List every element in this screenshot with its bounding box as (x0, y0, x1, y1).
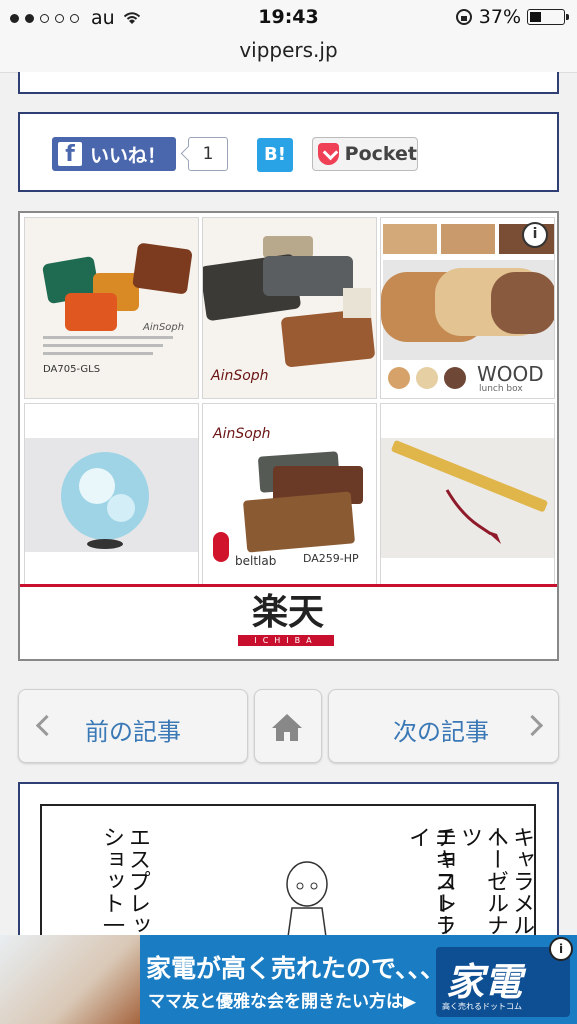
home-icon (272, 714, 302, 741)
ad-item-long-wallets[interactable]: AinSoph (202, 217, 377, 399)
url-bar[interactable]: vippers.jp (0, 34, 577, 73)
status-right: 37% (455, 6, 569, 28)
product-code: DA259-HP (303, 552, 359, 565)
facebook-like-count: 1 (188, 137, 228, 171)
pocket-button[interactable]: Pocket (312, 137, 418, 171)
ad-grid: DA705-GLS AinSoph AinSoph WOOD lunch box (18, 211, 559, 661)
battery-icon (527, 9, 569, 25)
ad-item-wood-lunchbox[interactable]: WOOD lunch box i (380, 217, 555, 399)
comic-character (286, 861, 328, 942)
chevron-right-icon (521, 714, 544, 737)
product-image (25, 438, 198, 552)
pocket-icon (318, 143, 339, 165)
product-subtitle: lunch box (479, 384, 523, 394)
comic-text-2: ヘーゼルナッツ (457, 826, 508, 942)
banner-subtext: ママ友と優雅な会を開きたい方は▶ (148, 992, 417, 1012)
brand-logo: AinSoph (143, 322, 185, 333)
comic-text-5: エスプレッソ (125, 826, 150, 942)
comic-text-4: エキストラホイ (405, 826, 456, 942)
next-article-label: 次の記事 (393, 718, 489, 746)
ad-item-marble[interactable] (24, 403, 199, 585)
status-bar: au 19:43 37% (0, 0, 577, 34)
ad-item-wallets[interactable]: DA705-GLS AinSoph (24, 217, 199, 399)
product-title: WOOD (477, 362, 544, 386)
product-image (381, 438, 554, 558)
banner-headline: 家電が高く売れたので、、、 (146, 954, 446, 983)
ad-banner[interactable]: 家電が高く売れたので、、、 ママ友と優雅な会を開きたい方は▶ 家電 高く売れるド… (0, 935, 577, 1024)
facebook-like-label: いいね！ (90, 144, 167, 167)
home-button[interactable] (254, 689, 322, 763)
rakuten-ichiba-logo[interactable]: 楽天 ICHIBA (20, 584, 557, 659)
brand-logo: AinSoph (211, 368, 269, 384)
banner-dessert-image (0, 935, 140, 1024)
rotation-lock-icon (455, 9, 472, 25)
previous-content-box (18, 72, 559, 94)
chevron-left-icon (35, 714, 58, 737)
rakuten-name: 楽天 (251, 592, 324, 633)
product-code: DA705-GLS (43, 364, 101, 375)
brand-logo: AinSoph (213, 426, 271, 442)
share-box: f いいね！ 1 B! Pocket (18, 112, 559, 192)
banner-logo-sub: 高く売れるドットコム (442, 1002, 522, 1011)
ad-item-beltlab-wallets[interactable]: AinSoph beltlab DA259-HP (202, 403, 377, 585)
banner-logo: 家電 高く売れるドットコム (436, 947, 570, 1017)
battery-fill (530, 12, 542, 22)
prev-article-button[interactable]: 前の記事 (18, 689, 248, 763)
pocket-label: Pocket (344, 143, 417, 165)
next-article-button[interactable]: 次の記事 (328, 689, 559, 763)
facebook-like-button[interactable]: f いいね！ (52, 137, 176, 171)
ad-info-icon[interactable]: i (549, 937, 573, 961)
comic-text-6: ショット一杯 (99, 826, 124, 942)
battery-percent: 37% (478, 6, 521, 28)
comic-frame: キャラメルソー ヘーゼルナッツ チョコレート エキストラホイ エスプレッソ ショ… (40, 804, 536, 942)
ad-info-icon[interactable]: i (522, 222, 548, 248)
ad-item-pen[interactable] (380, 403, 555, 585)
hatena-bookmark-button[interactable]: B! (257, 138, 293, 172)
banner-logo-text: 家電 (446, 960, 523, 1004)
facebook-icon: f (58, 142, 82, 167)
prev-article-label: 前の記事 (85, 718, 181, 746)
comic-panel: キャラメルソー ヘーゼルナッツ チョコレート エキストラホイ エスプレッソ ショ… (18, 782, 559, 942)
maker-logo: beltlab (235, 554, 277, 568)
rakuten-sub: ICHIBA (238, 635, 334, 646)
